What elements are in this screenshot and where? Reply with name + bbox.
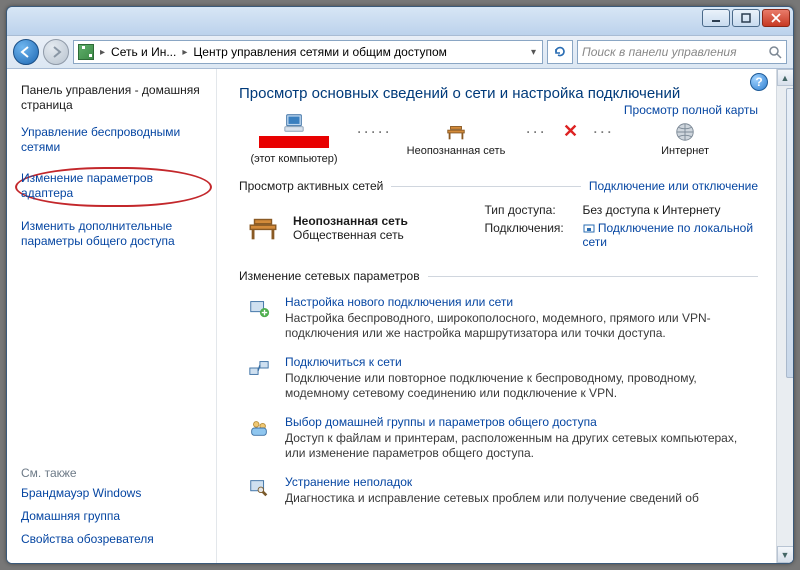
task-title[interactable]: Подключиться к сети	[285, 355, 758, 369]
navigation-bar: ▸ Сеть и Ин... ▸ Центр управления сетями…	[7, 35, 793, 69]
scroll-down-button[interactable]: ▼	[777, 546, 794, 563]
task-desc: Доступ к файлам и принтерам, расположенн…	[285, 431, 758, 461]
troubleshoot-icon	[248, 477, 270, 499]
new-connection-icon	[248, 297, 270, 319]
task-title[interactable]: Устранение неполадок	[285, 475, 758, 489]
page-title: Просмотр основных сведений о сети и наст…	[239, 85, 758, 102]
connection-line-icon: ···	[584, 125, 624, 139]
seealso-firewall-link[interactable]: Брандмауэр Windows	[21, 486, 212, 501]
sidebar-adapter-link[interactable]: Изменение параметров адаптера	[21, 171, 153, 200]
active-network-name: Неопознанная сеть	[293, 214, 408, 228]
node-this-pc[interactable]: (этот компьютер)	[239, 112, 349, 165]
chevron-up-icon: ▲	[781, 73, 790, 83]
sidebar-sharing-link[interactable]: Изменить дополнительные параметры общего…	[21, 219, 212, 249]
active-network-type: Общественная сеть	[293, 228, 408, 242]
breadcrumb-part2[interactable]: Центр управления сетями и общим доступом	[193, 45, 447, 59]
scroll-up-button[interactable]: ▲	[777, 69, 794, 86]
ethernet-icon	[583, 222, 595, 234]
bench-icon	[445, 121, 467, 143]
task-title[interactable]: Выбор домашней группы и параметров общег…	[285, 415, 758, 429]
computer-icon	[283, 112, 305, 134]
connection-line-icon: ···	[517, 125, 557, 139]
connections-label: Подключения:	[485, 221, 575, 249]
active-networks-header: Просмотр активных сетей Подключение или …	[239, 179, 758, 193]
node-unknown-network[interactable]: Неопознанная сеть	[401, 121, 511, 157]
redacted-pc-name	[259, 136, 329, 148]
minimize-icon	[711, 13, 721, 23]
window-frame: ▸ Сеть и Ин... ▸ Центр управления сетями…	[6, 6, 794, 564]
arrow-right-icon	[49, 45, 63, 59]
see-also-title: См. также	[21, 466, 212, 480]
scroll-thumb[interactable]	[786, 88, 793, 378]
chevron-down-icon[interactable]: ▾	[529, 47, 538, 58]
task-new-connection[interactable]: Настройка нового подключения или сети На…	[239, 289, 758, 349]
nav-forward-button[interactable]	[43, 39, 69, 65]
access-type-value: Без доступа к Интернету	[583, 203, 759, 217]
control-panel-icon	[78, 44, 94, 60]
main-panel: ? Просмотр основных сведений о сети и на…	[217, 69, 776, 563]
content-area: Панель управления - домашняя страница Уп…	[7, 69, 793, 563]
vertical-scrollbar[interactable]: ▲ ▼	[776, 69, 793, 563]
full-map-link[interactable]: Просмотр полной карты	[624, 103, 758, 117]
connection-line-icon: ·····	[355, 125, 395, 139]
connect-network-icon	[248, 357, 270, 379]
refresh-icon	[553, 45, 567, 59]
titlebar	[7, 7, 793, 35]
refresh-button[interactable]	[547, 40, 573, 64]
minimize-button[interactable]	[702, 9, 730, 27]
network-map: (этот компьютер) ····· Неопознанная сеть…	[239, 112, 758, 165]
highlight-annotation: Изменение параметров адаптера	[15, 167, 212, 207]
node-internet[interactable]: Интернет	[630, 121, 740, 157]
help-button[interactable]: ?	[750, 73, 768, 91]
task-homegroup[interactable]: Выбор домашней группы и параметров общег…	[239, 409, 758, 469]
task-desc: Подключение или повторное подключение к …	[285, 371, 758, 401]
node-pc-subtitle: (этот компьютер)	[250, 153, 337, 165]
close-icon	[771, 13, 781, 23]
tasks-list: Настройка нового подключения или сети На…	[239, 289, 758, 514]
search-input[interactable]: Поиск в панели управления	[577, 40, 787, 64]
chevron-right-icon: ▸	[98, 47, 107, 58]
access-type-label: Тип доступа:	[485, 203, 575, 217]
sidebar-home-link[interactable]: Панель управления - домашняя страница	[21, 83, 212, 113]
nav-back-button[interactable]	[13, 39, 39, 65]
maximize-icon	[741, 13, 751, 23]
see-also-section: См. также Брандмауэр Windows Домашняя гр…	[21, 466, 212, 555]
connect-disconnect-link[interactable]: Подключение или отключение	[589, 179, 758, 193]
seealso-homegroup-link[interactable]: Домашняя группа	[21, 509, 212, 524]
task-desc: Диагностика и исправление сетевых пробле…	[285, 491, 758, 506]
chevron-down-icon: ▼	[781, 550, 790, 560]
question-icon: ?	[755, 75, 762, 89]
arrow-left-icon	[19, 45, 33, 59]
seealso-inetopts-link[interactable]: Свойства обозревателя	[21, 532, 212, 547]
lan-connection-link[interactable]: Подключение по локальной сети	[583, 221, 759, 249]
node-internet-label: Интернет	[661, 145, 709, 157]
close-button[interactable]	[762, 9, 790, 27]
active-network-box: Неопознанная сеть Общественная сеть Тип …	[239, 199, 758, 255]
task-connect-network[interactable]: Подключиться к сети Подключение или повт…	[239, 349, 758, 409]
search-placeholder: Поиск в панели управления	[582, 45, 737, 59]
task-troubleshoot[interactable]: Устранение неполадок Диагностика и испра…	[239, 469, 758, 514]
address-bar[interactable]: ▸ Сеть и Ин... ▸ Центр управления сетями…	[73, 40, 543, 64]
chevron-right-icon: ▸	[180, 47, 189, 58]
search-icon	[768, 45, 782, 59]
breadcrumb-part1[interactable]: Сеть и Ин...	[111, 45, 176, 59]
task-desc: Настройка беспроводного, широкополосного…	[285, 311, 758, 341]
sidebar-wireless-link[interactable]: Управление беспроводными сетями	[21, 125, 212, 155]
maximize-button[interactable]	[732, 9, 760, 27]
active-networks-title: Просмотр активных сетей	[239, 179, 383, 193]
connection-broken-icon: ✕	[563, 121, 578, 142]
sidebar: Панель управления - домашняя страница Уп…	[7, 69, 217, 563]
globe-icon	[674, 121, 696, 143]
change-settings-header: Изменение сетевых параметров	[239, 269, 758, 283]
change-settings-title: Изменение сетевых параметров	[239, 269, 420, 283]
bench-icon	[243, 211, 283, 245]
homegroup-icon	[248, 417, 270, 439]
node-unknown-label: Неопознанная сеть	[407, 145, 506, 157]
task-title[interactable]: Настройка нового подключения или сети	[285, 295, 758, 309]
